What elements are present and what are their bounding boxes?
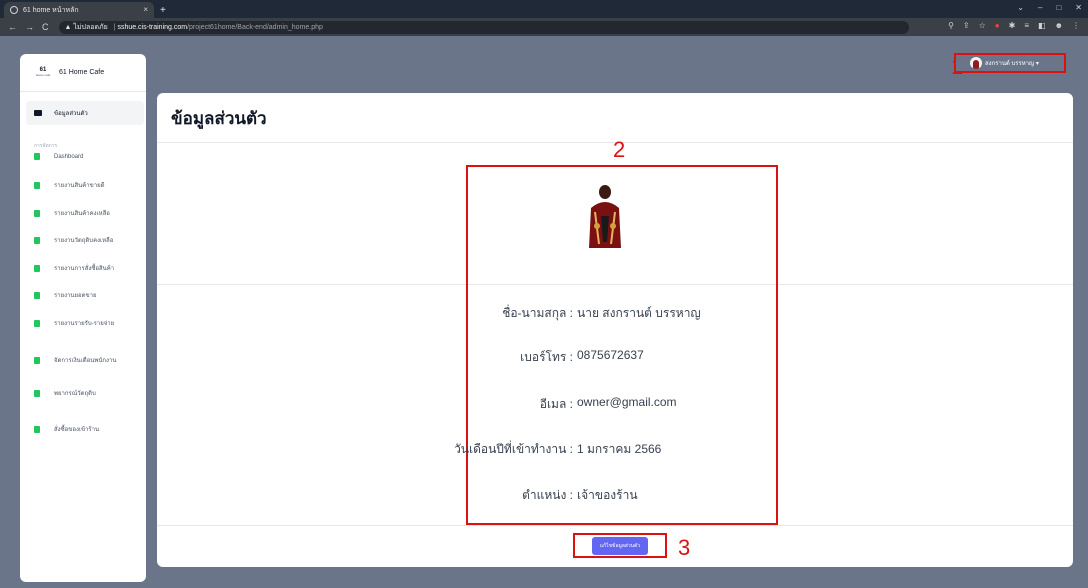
- profile-icon[interactable]: ☻: [1055, 21, 1063, 30]
- brand[interactable]: 61 Home cafe 61 Home Cafe: [20, 54, 146, 92]
- sidebar-item-dashboard[interactable]: Dashboard: [20, 153, 83, 160]
- edit-profile-highlight: แก้ไขข้อมูลส่วนตัว: [573, 533, 667, 558]
- sidebar-item-profile[interactable]: ข้อมูลส่วนตัว: [26, 101, 144, 125]
- sidebar-section-label: การจัดการ: [34, 143, 58, 149]
- globe-icon: [10, 6, 18, 14]
- field-value: นาย สงกรานต์ บรรหาญ: [577, 306, 701, 320]
- sidebar-item-label: รายงานสินค้าขายดี: [54, 183, 105, 189]
- browser-menu-icon[interactable]: ⋮: [1072, 21, 1080, 30]
- book-icon: [34, 425, 40, 433]
- book-icon: [34, 236, 40, 244]
- sidebar-item-purchase[interactable]: สั่งซื้อของเข้าร้าน: [20, 424, 99, 434]
- sidebar-item-stock-report[interactable]: รายงานสินค้าคงเหลือ: [20, 208, 110, 218]
- sidebar: 61 Home cafe 61 Home Cafe ข้อมูลส่วนตัว …: [20, 54, 146, 582]
- browser-tab-bar: 61 home หน้าหลัก × + ⌄ – □ ✕: [0, 0, 1088, 18]
- sidebar-item-label: จัดการเงินเดือนพนักงาน: [54, 358, 117, 364]
- user-menu[interactable]: สงกรานต์ บรรหาญ ▾: [954, 53, 1066, 73]
- field-label: ชื่อ-นามสกุล :: [502, 306, 573, 320]
- side-panel-icon[interactable]: ◧: [1038, 21, 1046, 30]
- sidebar-item-label: Dashboard: [54, 153, 84, 160]
- sidebar-item-best-sellers[interactable]: รายงานสินค้าขายดี: [20, 180, 105, 190]
- forward-icon[interactable]: →: [25, 22, 34, 32]
- field-label: ตำแหน่ง :: [522, 488, 573, 502]
- tab-search-button[interactable]: ⌄: [1017, 3, 1024, 12]
- book-icon: [34, 356, 40, 364]
- maximize-button[interactable]: □: [1056, 3, 1061, 12]
- brand-name: 61 Home Cafe: [59, 69, 105, 76]
- field-value: owner@gmail.com: [577, 395, 677, 409]
- tab-title: 61 home หน้าหลัก: [23, 6, 79, 14]
- book-icon: [34, 264, 40, 272]
- share-icon[interactable]: ⇪: [963, 21, 970, 30]
- chevron-down-icon: ▾: [1034, 60, 1039, 67]
- field-value: 1 มกราคม 2566: [577, 442, 662, 456]
- page-title: ข้อมูลส่วนตัว: [171, 109, 267, 128]
- browser-tab[interactable]: 61 home หน้าหลัก ×: [4, 2, 154, 18]
- sidebar-item-label: รายงานยอดขาย: [54, 293, 97, 299]
- sidebar-item-orders-report[interactable]: รายงานการสั่งซื้อสินค้า: [20, 263, 114, 273]
- id-card-icon: [34, 110, 42, 116]
- book-icon: [34, 319, 40, 327]
- extension-icons: ⚲ ⇪ ☆ ● ✱ ≡ ◧ ☻ ⋮: [948, 21, 1080, 30]
- new-tab-button[interactable]: +: [160, 5, 166, 16]
- book-icon: [34, 153, 40, 160]
- field-value: เจ้าของร้าน: [577, 488, 638, 502]
- sidebar-item-label: รายงานรายรับ-รายจ่าย: [54, 321, 115, 327]
- avatar: [970, 57, 982, 69]
- address-bar-row: ← → C ▲ ไม่ปลอดภัย | sshue.cis-training.…: [0, 18, 1088, 36]
- edit-profile-button[interactable]: แก้ไขข้อมูลส่วนตัว: [591, 536, 649, 555]
- close-window-button[interactable]: ✕: [1075, 3, 1082, 12]
- sidebar-item-label: รายงานวัตถุดิบคงเหลือ: [54, 238, 114, 244]
- tab-close-button[interactable]: ×: [143, 5, 148, 14]
- bookmark-star-icon[interactable]: ☆: [979, 21, 986, 30]
- sidebar-item-label: ข้อมูลส่วนตัว: [54, 111, 88, 117]
- sidebar-item-sales-report[interactable]: รายงานยอดขาย: [20, 290, 97, 300]
- zoom-icon[interactable]: ⚲: [948, 21, 954, 30]
- book-icon: [34, 291, 40, 299]
- window-controls: ⌄ – □ ✕: [1017, 3, 1082, 12]
- reading-list-icon[interactable]: ≡: [1024, 21, 1029, 30]
- url-path: /project61home/Back-end/admin_home.php: [187, 23, 323, 31]
- field-label: วันเดือนปีที่เข้าทำงาน :: [454, 442, 573, 456]
- book-icon: [34, 181, 40, 189]
- sidebar-item-label: สั่งซื้อของเข้าร้าน: [54, 427, 100, 433]
- not-secure-badge[interactable]: ▲ ไม่ปลอดภัย: [65, 22, 108, 33]
- extension-red-icon[interactable]: ●: [995, 21, 1000, 30]
- brand-logo: 61 Home cafe: [35, 66, 51, 77]
- field-label: อีเมล :: [539, 397, 573, 411]
- reload-icon[interactable]: C: [42, 22, 49, 32]
- book-icon: [34, 209, 40, 217]
- divider: [157, 525, 1073, 526]
- sidebar-item-label: รายงานการสั่งซื้อสินค้า: [54, 266, 115, 272]
- sidebar-item-label: พยากรณ์วัตถุดิบ: [54, 391, 96, 397]
- sidebar-item-material-report[interactable]: รายงานวัตถุดิบคงเหลือ: [20, 235, 113, 245]
- field-value: 0875672637: [577, 348, 644, 362]
- profile-photo: [585, 182, 625, 248]
- sidebar-item-salary[interactable]: จัดการเงินเดือนพนักงาน: [20, 355, 116, 365]
- user-name: สงกรานต์ บรรหาญ: [985, 61, 1035, 67]
- field-label: เบอร์โทร :: [520, 350, 573, 364]
- back-icon[interactable]: ←: [8, 22, 17, 32]
- url-field[interactable]: ▲ ไม่ปลอดภัย | sshue.cis-training.com /p…: [58, 20, 909, 34]
- minimize-button[interactable]: –: [1038, 3, 1042, 12]
- sidebar-item-forecast[interactable]: พยากรณ์วัตถุดิบ: [20, 388, 96, 398]
- annotation-number-3: 3: [678, 535, 691, 560]
- book-icon: [34, 389, 40, 397]
- sidebar-item-income-expense[interactable]: รายงานรายรับ-รายจ่าย: [20, 318, 114, 328]
- extensions-puzzle-icon[interactable]: ✱: [1009, 21, 1016, 30]
- url-host: sshue.cis-training.com: [117, 23, 188, 31]
- annotation-number-2: 2: [613, 137, 626, 162]
- sidebar-item-label: รายงานสินค้าคงเหลือ: [54, 211, 110, 217]
